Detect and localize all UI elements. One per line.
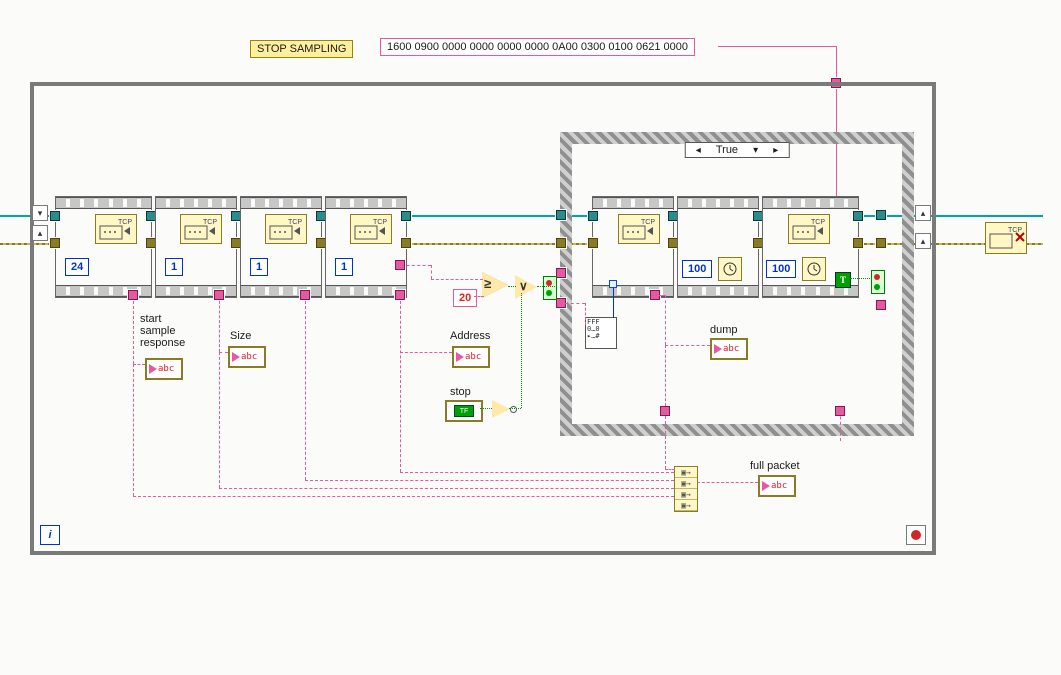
chevron-left-icon[interactable]: ◂ — [690, 145, 707, 156]
control-stop[interactable]: TF — [445, 400, 483, 422]
numeric-constant-1: 1 — [335, 258, 353, 276]
tunnel — [556, 210, 566, 220]
sequence-frame-4 — [325, 196, 407, 298]
comment-stop-sampling: STOP SAMPLING — [250, 40, 353, 58]
svg-text:TCP: TCP — [288, 219, 302, 226]
numeric-constant-20: 20 — [453, 289, 477, 307]
sequence-frame-5 — [592, 196, 674, 298]
numeric-constant-1: 1 — [250, 258, 268, 276]
shift-register: ▾ — [32, 205, 48, 221]
select-true-false-icon — [543, 276, 557, 300]
sequence-frame-2 — [155, 196, 237, 298]
tcp-read-icon: TCP — [180, 214, 222, 244]
while-iteration-terminal: i — [40, 525, 60, 545]
shift-register: ▴ — [32, 225, 48, 241]
svg-text:TCP: TCP — [641, 219, 655, 226]
tunnel — [556, 238, 566, 248]
concatenate-strings-icon: ▣→▣→▣→▣→ — [674, 466, 698, 512]
tunnel — [835, 406, 845, 416]
tcp-read-icon: TCP — [265, 214, 307, 244]
tunnel — [876, 210, 886, 220]
indicator-address[interactable]: abc — [452, 346, 490, 368]
svg-text:TCP: TCP — [373, 219, 387, 226]
label-address: Address — [450, 330, 490, 342]
labview-block-diagram: { "labels": { "stop_sampling": "STOP SAM… — [0, 0, 1061, 675]
tcp-write-icon: TCP — [788, 214, 830, 244]
numeric-constant-1: 1 — [165, 258, 183, 276]
boolean-constant-true: T — [835, 272, 851, 288]
indicator-size[interactable]: abc — [228, 346, 266, 368]
tcp-read-icon: TCP — [95, 214, 137, 244]
numeric-constant-100: 100 — [766, 260, 796, 278]
tcp-read-icon: TCP — [350, 214, 392, 244]
label-start-sample-response: start sample response — [140, 313, 185, 349]
shift-register: ▴ — [915, 205, 931, 221]
hex-to-number-icon: FFF 0…0 ▸…# — [585, 317, 617, 349]
indicator-dump[interactable]: abc — [710, 338, 748, 360]
wait-ms-icon — [802, 257, 826, 281]
svg-text:TCP: TCP — [811, 219, 825, 226]
label-full-packet: full packet — [750, 460, 800, 472]
indicator-full-packet[interactable]: abc — [758, 475, 796, 497]
tcp-read-icon: TCP — [618, 214, 660, 244]
label-size: Size — [230, 330, 251, 342]
tunnel — [876, 300, 886, 310]
case-selector[interactable]: ◂ True ▾ ▸ — [685, 142, 790, 158]
not-icon — [492, 400, 510, 418]
case-conditional-terminal — [871, 270, 885, 294]
tunnel — [660, 406, 670, 416]
numeric-constant-24: 24 — [65, 258, 89, 276]
shift-register: ▴ — [915, 233, 931, 249]
indicator-start-sample-response[interactable]: abc — [145, 358, 183, 380]
tunnel — [556, 268, 566, 278]
svg-text:TCP: TCP — [1008, 227, 1022, 234]
sequence-frame-1 — [55, 196, 152, 298]
wait-ms-icon — [718, 257, 742, 281]
string-constant-packet: 1600 0900 0000 0000 0000 0000 0A00 0300 … — [380, 38, 695, 56]
or-icon — [515, 275, 537, 299]
tunnel — [556, 298, 566, 308]
tunnel — [876, 238, 886, 248]
while-stop-terminal[interactable] — [906, 525, 926, 545]
sequence-frame-3 — [240, 196, 322, 298]
numeric-constant-100: 100 — [682, 260, 712, 278]
chevron-right-icon[interactable]: ▸ — [767, 145, 784, 156]
sequence-frame-6 — [677, 196, 759, 298]
svg-text:TCP: TCP — [118, 219, 132, 226]
greater-or-equal-icon — [482, 272, 508, 298]
svg-text:TCP: TCP — [203, 219, 217, 226]
label-stop: stop — [450, 386, 471, 398]
tcp-close-icon: TCP — [985, 222, 1027, 254]
chevron-down-icon[interactable]: ▾ — [747, 145, 764, 156]
label-dump: dump — [710, 324, 738, 336]
